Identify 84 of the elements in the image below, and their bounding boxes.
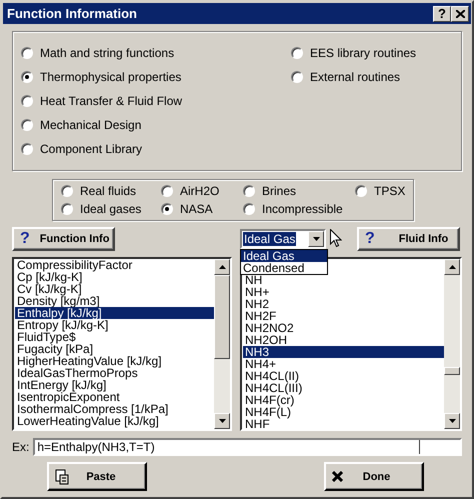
list-item[interactable]: HigherHeatingValue [kJ/kg]: [15, 355, 214, 367]
radio-button[interactable]: [355, 185, 367, 197]
list-item[interactable]: IdealGasThermoProps: [15, 367, 214, 379]
list-item[interactable]: CompressibilityFactor: [15, 259, 214, 271]
function-list[interactable]: [12, 257, 232, 431]
list-item[interactable]: NH+: [243, 286, 444, 298]
radio-label: EES library routines: [310, 46, 416, 60]
help-icon: ?: [365, 230, 375, 248]
radio-button[interactable]: [21, 119, 33, 131]
dropdown-option[interactable]: Ideal Gas: [241, 250, 327, 262]
radio-label: Component Library: [40, 142, 142, 156]
paste-button[interactable]: Paste: [47, 462, 147, 491]
scroll-down-icon[interactable]: [214, 413, 230, 429]
radio-button[interactable]: [61, 185, 73, 197]
scroll-thumb[interactable]: [444, 367, 460, 375]
radio-label: NASA: [180, 202, 213, 216]
radio-button[interactable]: [21, 71, 33, 83]
list-item[interactable]: NH2NO2: [243, 322, 444, 334]
list-item[interactable]: Enthalpy [kJ/kg]: [15, 307, 214, 319]
radio-label: Ideal gases: [80, 202, 142, 216]
radio-label: Math and string functions: [40, 46, 174, 60]
help-icon: ?: [20, 230, 30, 248]
help-button[interactable]: ?: [433, 6, 451, 22]
radio-label: TPSX: [374, 184, 406, 198]
close-icon: [332, 471, 343, 482]
list-item[interactable]: IsentropicExponent: [15, 391, 214, 403]
example-field[interactable]: h=Enthalpy(NH3,T=T): [33, 438, 462, 456]
list-item[interactable]: LowerHeatingValue [kJ/kg]: [15, 415, 214, 427]
radio-button[interactable]: [291, 71, 303, 83]
radio-button[interactable]: [61, 203, 73, 215]
radio-button[interactable]: [21, 143, 33, 155]
list-item[interactable]: NH3: [243, 346, 444, 358]
list-item[interactable]: NH4+: [243, 358, 444, 370]
close-button[interactable]: [451, 6, 469, 22]
window-title: Function Information: [7, 6, 137, 21]
list-item[interactable]: IntEnergy [kJ/kg]: [15, 379, 214, 391]
radio-button[interactable]: [21, 95, 33, 107]
list-item[interactable]: Density [kg/m3]: [15, 295, 214, 307]
dropdown-value: Ideal Gas: [243, 232, 296, 246]
list-item[interactable]: Entropy [kJ/kg-K]: [15, 319, 214, 331]
scrollbar[interactable]: [214, 259, 230, 429]
radio-label: Heat Transfer & Fluid Flow: [40, 94, 182, 108]
radio-label: Brines: [262, 184, 296, 198]
example-label: Ex:: [12, 440, 30, 454]
paste-icon: [55, 468, 69, 484]
list-item[interactable]: Cp [kJ/kg-K]: [15, 271, 214, 283]
dropdown-option[interactable]: Condensed: [241, 262, 327, 274]
function-info-button[interactable]: ? Function Info: [12, 227, 115, 251]
radio-button[interactable]: [291, 47, 303, 59]
fluid-info-button[interactable]: ? Fluid Info: [357, 227, 460, 251]
radio-label: Thermophysical properties: [40, 70, 182, 84]
list-item[interactable]: NH: [243, 274, 444, 286]
list-item[interactable]: NH4F(cr): [243, 394, 444, 406]
scroll-thumb[interactable]: [214, 275, 230, 359]
scroll-up-icon[interactable]: [444, 259, 460, 275]
list-item[interactable]: Cv [kJ/kg-K]: [15, 283, 214, 295]
radio-label: Mechanical Design: [40, 118, 142, 132]
list-item[interactable]: Fugacity [kPa]: [15, 343, 214, 355]
list-item[interactable]: NH2: [243, 298, 444, 310]
radio-button[interactable]: [161, 185, 173, 197]
button-label: Fluid Info: [398, 233, 448, 245]
radio-button[interactable]: [243, 185, 255, 197]
list-item[interactable]: NH4CL(II): [243, 370, 444, 382]
scroll-down-icon[interactable]: [444, 413, 460, 429]
radio-label: AirH2O: [180, 184, 220, 198]
radio-button[interactable]: [161, 203, 173, 215]
radio-label: Incompressible: [262, 202, 343, 216]
list-item[interactable]: NH2OH: [243, 334, 444, 346]
scrollbar[interactable]: [444, 259, 460, 429]
radio-label: Real fluids: [80, 184, 136, 198]
list-item[interactable]: IsothermalCompress [1/kPa]: [15, 403, 214, 415]
radio-label: External routines: [310, 70, 400, 84]
close-icon: [456, 10, 464, 18]
done-button[interactable]: Done: [324, 462, 424, 491]
cursor-icon: [330, 229, 342, 248]
list-item[interactable]: NH2F: [243, 310, 444, 322]
list-item[interactable]: FluidType$: [15, 331, 214, 343]
list-item[interactable]: NH4F(L): [243, 406, 444, 418]
radio-button[interactable]: [243, 203, 255, 215]
button-label: Function Info: [40, 233, 110, 245]
list-item[interactable]: NHF: [243, 418, 444, 429]
list-item[interactable]: NH4CL(III): [243, 382, 444, 394]
radio-button[interactable]: [21, 47, 33, 59]
scroll-up-icon[interactable]: [214, 259, 230, 275]
